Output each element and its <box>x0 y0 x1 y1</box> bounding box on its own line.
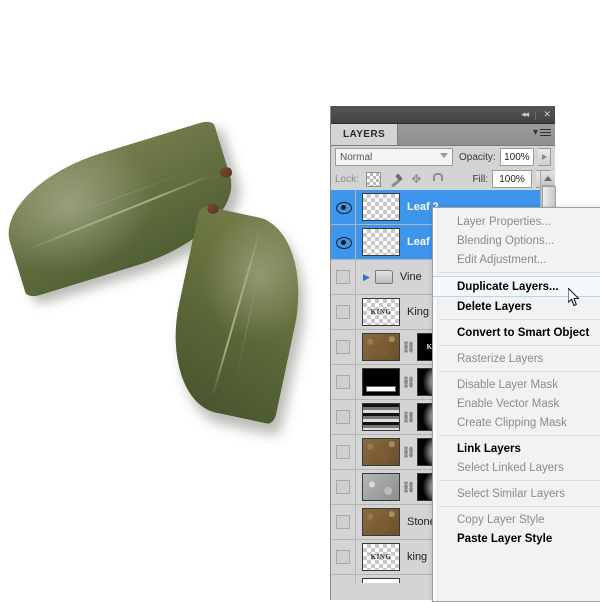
layer-context-menu[interactable]: Layer Properties... Blending Options... Ed… <box>432 207 600 602</box>
chevron-down-icon: ▾ <box>532 126 538 138</box>
layer-thumbnail[interactable]: KING <box>362 298 400 326</box>
layer-visibility-toggle[interactable] <box>331 400 356 434</box>
layer-visibility-toggle[interactable] <box>331 225 356 259</box>
layer-thumbnail[interactable] <box>362 333 400 361</box>
lock-image-icon[interactable] <box>389 173 402 186</box>
photoshop-screen: ◂◂ | ✕ LAYERS ▾ Normal Opacity: 100% Loc… <box>0 0 600 602</box>
layer-thumbnail[interactable] <box>362 578 400 583</box>
blend-mode-select[interactable]: Normal <box>335 148 453 166</box>
scroll-up-arrow-icon[interactable] <box>541 171 555 186</box>
eye-off-icon <box>336 445 350 459</box>
lock-transparency-icon[interactable] <box>365 171 381 187</box>
menu-separator <box>439 272 600 273</box>
eye-off-icon <box>336 480 350 494</box>
document-canvas[interactable] <box>0 0 330 600</box>
lock-position-icon[interactable]: ✥ <box>410 172 423 186</box>
eye-icon <box>336 202 352 214</box>
layer-visibility-toggle[interactable] <box>331 575 356 583</box>
panel-titlebar: ◂◂ | ✕ <box>331 106 555 124</box>
link-chain-icon[interactable]: ⛓ <box>402 341 416 354</box>
menu-separator <box>439 506 600 507</box>
menu-item-enable-vector-mask: Enable Vector Mask <box>457 397 560 410</box>
layer-visibility-toggle[interactable] <box>331 435 356 469</box>
eye-off-icon <box>336 270 350 284</box>
menu-lines-icon <box>540 127 551 138</box>
layer-visibility-toggle[interactable] <box>331 295 356 329</box>
opacity-stepper[interactable] <box>538 148 551 166</box>
close-icon[interactable]: ✕ <box>543 110 550 119</box>
layer-thumbnail[interactable] <box>362 403 400 431</box>
fill-label: Fill: <box>472 173 488 185</box>
menu-separator <box>439 480 600 481</box>
menu-item-rasterize-layers: Rasterize Layers <box>457 352 544 365</box>
layer-name[interactable]: Vine <box>400 271 422 283</box>
layer-visibility-toggle[interactable] <box>331 470 356 504</box>
menu-item-copy-layer-style: Copy Layer Style <box>457 513 545 526</box>
eye-icon <box>336 237 352 249</box>
menu-item-edit-adjustment: Edit Adjustment... <box>457 253 547 266</box>
collapse-icon[interactable]: ◂◂ <box>521 110 529 119</box>
panel-tabbar: LAYERS ▾ <box>331 124 555 146</box>
blend-mode-value: Normal <box>340 151 373 163</box>
menu-item-create-clipping-mask: Create Clipping Mask <box>457 416 567 429</box>
layer-thumbnail[interactable] <box>362 193 400 221</box>
chevron-down-icon <box>440 153 448 158</box>
layer-visibility-toggle[interactable] <box>331 505 356 539</box>
menu-items-container: Layer Properties... Blending Options... Ed… <box>433 208 600 548</box>
eye-off-icon <box>336 305 350 319</box>
eye-off-icon <box>336 340 350 354</box>
eye-off-icon <box>336 550 350 564</box>
titlebar-divider: | <box>534 109 537 120</box>
menu-item-paste-layer-style[interactable]: Paste Layer Style <box>433 529 600 548</box>
eye-off-icon <box>336 375 350 389</box>
link-chain-icon[interactable]: ⛓ <box>402 376 416 389</box>
fill-input[interactable]: 100% <box>492 170 532 188</box>
layer-thumbnail[interactable] <box>362 368 400 396</box>
layer-thumbnail[interactable] <box>362 228 400 256</box>
menu-item-blending-options: Blending Options... <box>457 234 555 247</box>
layer-thumbnail[interactable] <box>362 473 400 501</box>
menu-item-select-linked-layers: Select Linked Layers <box>457 461 564 474</box>
menu-item-layer-properties: Layer Properties... <box>457 215 551 228</box>
menu-item-link-layers[interactable]: Link Layers <box>433 439 600 458</box>
layer-name[interactable]: king <box>407 551 427 563</box>
menu-separator <box>439 371 600 372</box>
menu-separator <box>439 319 600 320</box>
layer-thumbnail[interactable] <box>362 438 400 466</box>
link-chain-icon[interactable]: ⛓ <box>402 411 416 424</box>
menu-separator <box>439 435 600 436</box>
lock-row: Lock: ✥ Fill: 100% <box>331 168 555 190</box>
layer-visibility-toggle[interactable] <box>331 260 356 294</box>
layer-visibility-toggle[interactable] <box>331 540 356 574</box>
menu-item-duplicate-layers[interactable]: Duplicate Layers... <box>433 276 600 297</box>
opacity-input[interactable]: 100% <box>499 148 535 166</box>
layer-visibility-toggle[interactable] <box>331 365 356 399</box>
layer-thumbnail[interactable]: KING <box>362 543 400 571</box>
tab-layers[interactable]: LAYERS <box>331 124 399 145</box>
eye-off-icon <box>336 410 350 424</box>
folder-icon <box>374 270 393 284</box>
panel-menu-button[interactable]: ▾ <box>533 127 551 138</box>
link-chain-icon[interactable]: ⛓ <box>402 481 416 494</box>
eye-off-icon <box>336 515 350 529</box>
link-chain-icon[interactable]: ⛓ <box>402 446 416 459</box>
lock-all-icon[interactable] <box>431 173 444 186</box>
lock-label: Lock: <box>335 173 359 185</box>
menu-separator <box>439 345 600 346</box>
menu-item-disable-layer-mask: Disable Layer Mask <box>457 378 558 391</box>
group-expand-arrow-icon[interactable]: ▶ <box>363 272 370 283</box>
opacity-label: Opacity: <box>459 151 496 163</box>
blend-mode-row: Normal Opacity: 100% <box>331 146 555 168</box>
leaf-stem <box>219 166 233 178</box>
menu-item-delete-layers[interactable]: Delete Layers <box>433 297 600 316</box>
layer-thumbnail[interactable] <box>362 508 400 536</box>
menu-item-select-similar-layers: Select Similar Layers <box>457 487 566 500</box>
layer-visibility-toggle[interactable] <box>331 330 356 364</box>
menu-item-convert-to-smart-object[interactable]: Convert to Smart Object <box>433 323 600 342</box>
layer-visibility-toggle[interactable] <box>331 190 356 224</box>
